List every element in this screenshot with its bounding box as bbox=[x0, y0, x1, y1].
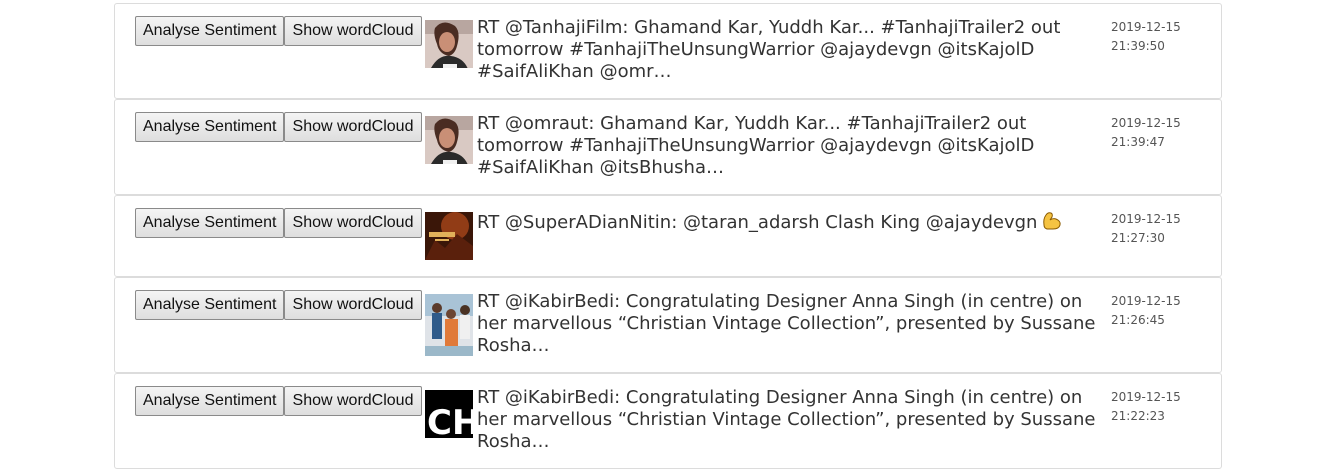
analyse-sentiment-button[interactable]: Analyse Sentiment bbox=[135, 16, 284, 46]
analyse-sentiment-button[interactable]: Analyse Sentiment bbox=[135, 386, 284, 416]
portrait-woman-icon bbox=[425, 20, 473, 68]
tweet-timestamp: 2019-12-15 21:22:23 bbox=[1111, 388, 1211, 426]
ch-logo-icon: CH bbox=[425, 390, 473, 438]
show-wordcloud-button[interactable]: Show wordCloud bbox=[284, 112, 422, 142]
tweet-time: 21:26:45 bbox=[1111, 313, 1165, 327]
tweet-timestamp: 2019-12-15 21:39:47 bbox=[1111, 114, 1211, 152]
analyse-sentiment-button[interactable]: Analyse Sentiment bbox=[135, 112, 284, 142]
show-wordcloud-button[interactable]: Show wordCloud bbox=[284, 386, 422, 416]
tweet-text: RT @iKabirBedi: Congratulating Designer … bbox=[477, 387, 1096, 452]
tweet-timestamp: 2019-12-15 21:27:30 bbox=[1111, 210, 1211, 248]
show-wordcloud-button[interactable]: Show wordCloud bbox=[284, 16, 422, 46]
tweet-time: 21:39:47 bbox=[1111, 135, 1165, 149]
tweet-date: 2019-12-15 bbox=[1111, 212, 1181, 226]
analyse-sentiment-button[interactable]: Analyse Sentiment bbox=[135, 290, 284, 320]
tweet-text: RT @TanhajiFilm: Ghamand Kar, Yuddh Kar.… bbox=[477, 17, 1061, 82]
flexed-biceps-icon bbox=[1041, 209, 1063, 237]
tweet-time: 21:27:30 bbox=[1111, 231, 1165, 245]
group-photo-icon bbox=[425, 294, 473, 356]
tweet-date: 2019-12-15 bbox=[1111, 390, 1181, 404]
tweet-text: RT @SuperADianNitin: @taran_adarsh Clash… bbox=[477, 209, 1102, 237]
tweet-card: Analyse Sentiment Show wordCloud RT @Sup… bbox=[114, 195, 1222, 277]
tweet-text-content: RT @SuperADianNitin: @taran_adarsh Clash… bbox=[477, 212, 1038, 233]
tweet-time: 21:22:23 bbox=[1111, 409, 1165, 423]
svg-text:CH: CH bbox=[427, 403, 473, 438]
portrait-woman-icon bbox=[425, 116, 473, 164]
tweet-time: 21:39:50 bbox=[1111, 39, 1165, 53]
tweet-card: Analyse Sentiment Show wordCloud RT @Tan… bbox=[114, 3, 1222, 99]
tweet-card: Analyse Sentiment Show wordCloud RT @iKa… bbox=[114, 277, 1222, 373]
tweet-card: Analyse Sentiment Show wordCloud CH RT @… bbox=[114, 373, 1222, 469]
tweet-card: Analyse Sentiment Show wordCloud RT @omr… bbox=[114, 99, 1222, 195]
show-wordcloud-button[interactable]: Show wordCloud bbox=[284, 290, 422, 320]
tweet-text: RT @iKabirBedi: Congratulating Designer … bbox=[477, 291, 1096, 356]
tweet-timestamp: 2019-12-15 21:26:45 bbox=[1111, 292, 1211, 330]
analyse-sentiment-button[interactable]: Analyse Sentiment bbox=[135, 208, 284, 238]
tweet-date: 2019-12-15 bbox=[1111, 116, 1181, 130]
show-wordcloud-button[interactable]: Show wordCloud bbox=[284, 208, 422, 238]
tweet-date: 2019-12-15 bbox=[1111, 294, 1181, 308]
tweet-date: 2019-12-15 bbox=[1111, 20, 1181, 34]
tweet-text: RT @omraut: Ghamand Kar, Yuddh Kar... #T… bbox=[477, 113, 1035, 178]
tweet-timestamp: 2019-12-15 21:39:50 bbox=[1111, 18, 1211, 56]
tanhaji-poster-icon bbox=[425, 212, 473, 260]
